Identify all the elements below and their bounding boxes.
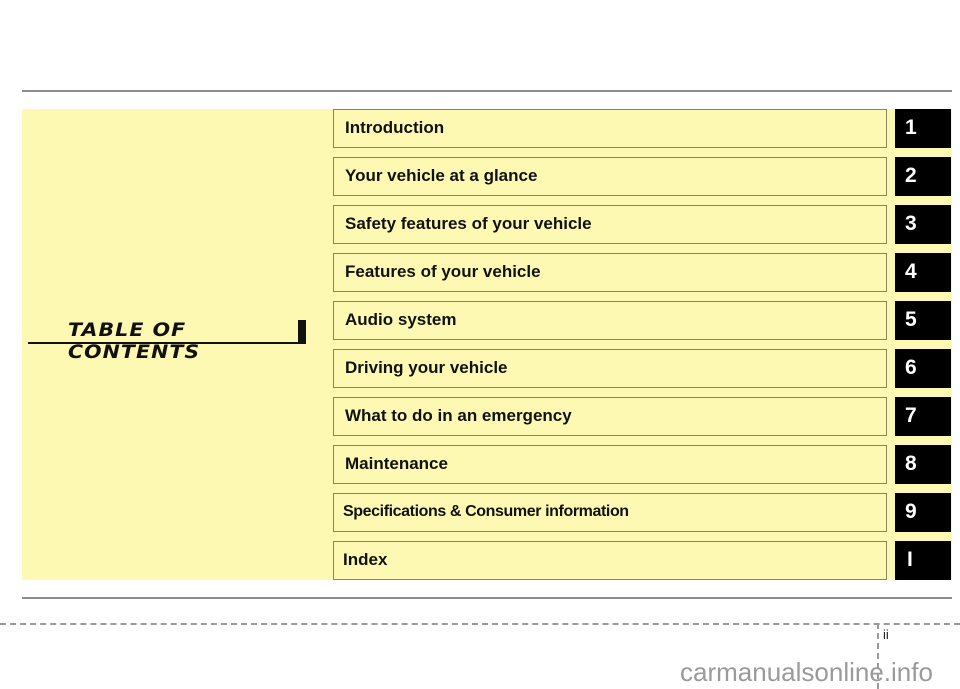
toc-item-label: Specifications & Consumer information bbox=[343, 503, 629, 520]
toc-item-index[interactable]: Index bbox=[333, 541, 887, 580]
toc-heading-text: TABLE OF CONTENTS bbox=[68, 319, 201, 363]
chapter-tab-7[interactable]: 7 bbox=[895, 397, 951, 436]
page-trim-line-horizontal bbox=[0, 623, 960, 625]
toc-heading-bar bbox=[298, 320, 306, 344]
chapter-tab-5[interactable]: 5 bbox=[895, 301, 951, 340]
bottom-divider bbox=[22, 597, 952, 599]
chapter-tab-4[interactable]: 4 bbox=[895, 253, 951, 292]
toc-item-specifications[interactable]: Specifications & Consumer information bbox=[333, 493, 887, 532]
toc-item-label: What to do in an emergency bbox=[345, 406, 572, 425]
toc-item-label: Audio system bbox=[345, 310, 457, 329]
chapter-tab-number: 1 bbox=[905, 116, 917, 139]
chapter-tab-number: 9 bbox=[905, 500, 917, 523]
toc-item-label: Safety features of your vehicle bbox=[345, 214, 592, 233]
chapter-tab-number: 7 bbox=[905, 404, 917, 427]
page-number: ii bbox=[883, 627, 889, 642]
chapter-tab-number: I bbox=[907, 548, 913, 571]
chapter-tab-number: 5 bbox=[905, 308, 917, 331]
top-divider bbox=[22, 90, 952, 92]
toc-item-label: Index bbox=[343, 550, 388, 569]
watermark: carmanualsonline.info bbox=[680, 657, 933, 687]
chapter-tab-index[interactable]: I bbox=[895, 541, 951, 580]
toc-item-audio-system[interactable]: Audio system bbox=[333, 301, 887, 340]
toc-heading-underline bbox=[28, 342, 304, 344]
chapter-tab-2[interactable]: 2 bbox=[895, 157, 951, 196]
chapter-tab-8[interactable]: 8 bbox=[895, 445, 951, 484]
chapter-tab-3[interactable]: 3 bbox=[895, 205, 951, 244]
toc-item-label: Driving your vehicle bbox=[345, 358, 508, 377]
toc-item-maintenance[interactable]: Maintenance bbox=[333, 445, 887, 484]
toc-heading: TABLE OF CONTENTS bbox=[28, 318, 306, 363]
chapter-tab-number: 2 bbox=[905, 164, 917, 187]
toc-item-features[interactable]: Features of your vehicle bbox=[333, 253, 887, 292]
toc-item-introduction[interactable]: Introduction bbox=[333, 109, 887, 148]
chapter-tab-9[interactable]: 9 bbox=[895, 493, 951, 532]
chapter-tab-number: 4 bbox=[905, 260, 917, 283]
toc-item-label: Maintenance bbox=[345, 454, 448, 473]
chapter-tab-1[interactable]: 1 bbox=[895, 109, 951, 148]
chapter-tab-6[interactable]: 6 bbox=[895, 349, 951, 388]
toc-item-driving[interactable]: Driving your vehicle bbox=[333, 349, 887, 388]
toc-item-vehicle-at-a-glance[interactable]: Your vehicle at a glance bbox=[333, 157, 887, 196]
toc-item-safety-features[interactable]: Safety features of your vehicle bbox=[333, 205, 887, 244]
chapter-tab-number: 6 bbox=[905, 356, 917, 379]
toc-item-label: Features of your vehicle bbox=[345, 262, 541, 281]
chapter-tab-number: 8 bbox=[905, 452, 917, 475]
toc-item-label: Introduction bbox=[345, 118, 445, 137]
chapter-tab-number: 3 bbox=[905, 212, 917, 235]
toc-item-emergency[interactable]: What to do in an emergency bbox=[333, 397, 887, 436]
toc-item-label: Your vehicle at a glance bbox=[345, 166, 538, 185]
